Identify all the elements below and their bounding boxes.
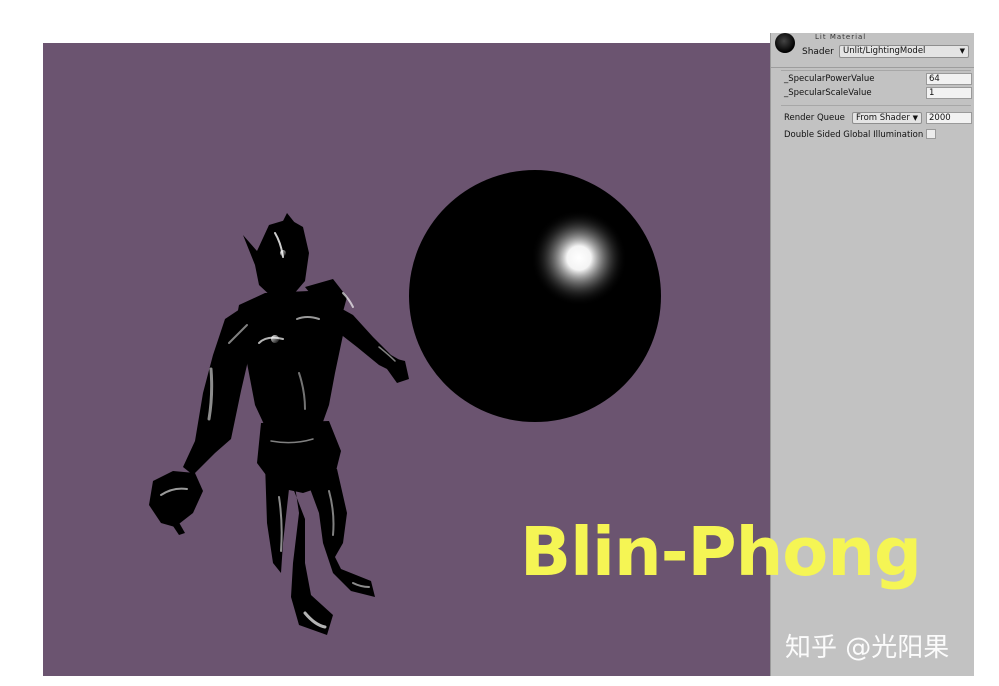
render-queue-dropdown[interactable]: From Shader ▼ [852, 112, 922, 124]
specular-power-field[interactable]: 64 [926, 73, 972, 85]
overlay-title: Blin-Phong [520, 513, 922, 591]
character-model[interactable] [149, 213, 409, 635]
inspector-header: Lit Material Shader Unlit/LightingModel … [771, 33, 974, 68]
material-preview-icon [775, 33, 795, 53]
double-sided-gi-label: Double Sided Global Illumination [784, 130, 924, 140]
chevron-down-icon: ▼ [912, 114, 918, 122]
shader-dropdown-value: Unlit/LightingModel [843, 46, 926, 56]
property-row-specular-scale: _SpecularScaleValue 1 [784, 87, 972, 100]
property-label: _SpecularScaleValue [784, 88, 872, 98]
render-queue-option: From Shader [856, 113, 910, 123]
double-sided-gi-row: Double Sided Global Illumination [784, 129, 972, 142]
property-label: _SpecularPowerValue [784, 74, 875, 84]
divider [781, 105, 971, 106]
divider [781, 70, 971, 71]
specular-scale-field[interactable]: 1 [926, 87, 972, 99]
material-name: Lit Material [815, 33, 867, 41]
property-row-specular-power: _SpecularPowerValue 64 [784, 73, 972, 86]
shader-dropdown[interactable]: Unlit/LightingModel ▼ [839, 45, 969, 58]
render-queue-field[interactable]: 2000 [926, 112, 972, 124]
watermark: 知乎 @光阳果 [785, 633, 950, 663]
chevron-down-icon: ▼ [959, 47, 965, 55]
shader-label: Shader [802, 47, 834, 57]
render-queue-row: Render Queue From Shader ▼ 2000 [784, 112, 972, 125]
render-queue-label: Render Queue [784, 113, 845, 123]
double-sided-gi-checkbox[interactable] [926, 129, 936, 139]
sphere[interactable] [409, 170, 661, 422]
